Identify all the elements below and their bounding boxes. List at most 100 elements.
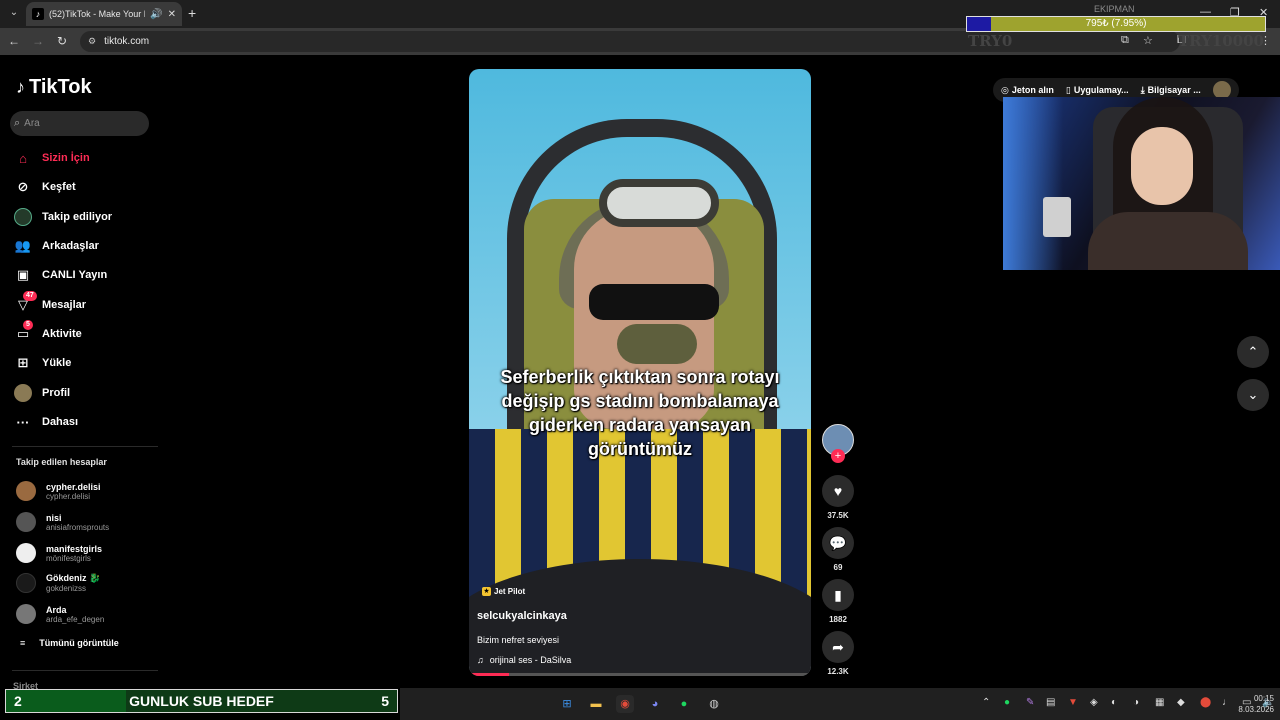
activity-badge: 5: [23, 320, 33, 330]
sidebar-item-messages[interactable]: ▽ 47 Mesajlar: [14, 291, 86, 315]
video-music[interactable]: ♫ orijinal ses - DaSilva: [477, 655, 571, 665]
close-tab-icon[interactable]: ✕: [168, 9, 176, 20]
pilot-mask: [617, 324, 697, 364]
chevron-up-icon: ⌃: [1247, 344, 1259, 359]
video-author[interactable]: selcukyalcinkaya: [477, 610, 567, 622]
account-name: nisi: [46, 512, 62, 523]
goal-amount: 795₺ (7.95%): [1085, 18, 1147, 29]
goal-progress-bar: 795₺ (7.95%): [966, 16, 1266, 32]
tray-shield-icon[interactable]: ▼: [1068, 697, 1078, 708]
following-account[interactable]: Arda arda_efe_degen: [16, 601, 104, 627]
tray-app-icon[interactable]: ▤: [1046, 697, 1055, 708]
tray-overflow-icon[interactable]: ⌃: [982, 697, 990, 708]
tray-app3-icon[interactable]: ◐: [1111, 697, 1117, 708]
chrome-icon[interactable]: ◉: [616, 695, 634, 713]
sidebar-item-more[interactable]: ··· Dahası: [14, 412, 79, 432]
sidebar-item-explore[interactable]: ⊘ Keşfet: [14, 177, 76, 197]
taskbar-clock[interactable]: 00:15 8.03.2026: [1228, 693, 1274, 715]
previous-video-button[interactable]: ⌃: [1237, 336, 1269, 368]
video-progress[interactable]: [469, 673, 811, 676]
speaker-icon[interactable]: 🔊: [150, 9, 162, 20]
start-icon[interactable]: ⊞: [558, 695, 576, 713]
tiktok-note-icon: ♪: [16, 77, 25, 97]
search-placeholder: Ara: [24, 118, 40, 129]
tray-app4-icon[interactable]: ◑: [1133, 697, 1139, 708]
tab-search-chevron-icon[interactable]: ⌄: [6, 5, 22, 21]
follow-plus-icon[interactable]: +: [831, 449, 845, 463]
goal-title: EKIPMAN: [1094, 4, 1135, 14]
avatar: [16, 512, 36, 532]
back-arrow-icon[interactable]: ←: [6, 34, 22, 48]
effect-tag[interactable]: ★ Jet Pilot: [482, 587, 525, 596]
sidebar-divider: [12, 670, 158, 671]
desktop-app-button[interactable]: ⤓ Bilgisayar ...: [1141, 85, 1201, 96]
following-account[interactable]: manifestgirls mönifestgirls: [16, 540, 102, 566]
comment-icon: 💬: [829, 534, 847, 551]
following-account[interactable]: cypher.delisi cypher.delisi: [16, 478, 101, 504]
following-account[interactable]: Gökdeniz 🐉 gokdenizss: [16, 570, 100, 596]
see-all-following-button[interactable]: ≡ Tümünü görüntüle: [20, 638, 119, 648]
live-icon: ▣: [16, 267, 30, 282]
spotify-icon[interactable]: ●: [675, 695, 693, 713]
sidebar-item-label: Keşfet: [42, 181, 76, 193]
tray-pen-icon[interactable]: ✎: [1026, 697, 1034, 708]
reload-icon[interactable]: ↻: [54, 34, 70, 48]
webcam-body: [1088, 212, 1248, 270]
tray-nvidia-icon[interactable]: ▦: [1155, 697, 1164, 708]
sidebar-item-for-you[interactable]: ⌂ Sizin İçin: [14, 148, 90, 168]
share-icon: ➦: [832, 638, 844, 655]
forward-arrow-icon[interactable]: →: [30, 34, 46, 48]
account-name: cypher.delisi: [46, 481, 101, 492]
desktop-app-label: Bilgisayar ...: [1147, 84, 1201, 95]
comment-button[interactable]: 💬: [822, 527, 854, 559]
sidebar-item-activity[interactable]: ▭ 5 Aktivite: [14, 320, 82, 344]
avatar: [16, 543, 36, 563]
music-label: orijinal ses - DaSilva: [489, 655, 572, 665]
video-progress-fill: [469, 673, 509, 676]
tab-title: (52)TikTok - Make Your Day: [49, 9, 145, 19]
tray-app5-icon[interactable]: ◆: [1177, 697, 1185, 708]
pilot-sunglasses: [589, 284, 719, 320]
sidebar-item-following[interactable]: Takip ediliyor: [14, 207, 112, 227]
list-icon: ≡: [20, 638, 26, 648]
search-input[interactable]: ⌕ Ara: [10, 111, 149, 136]
save-button[interactable]: ▮: [822, 579, 854, 611]
discord-icon[interactable]: ◕: [646, 695, 664, 713]
clock-date: 8.03.2026: [1238, 705, 1274, 714]
phone-icon: ▯: [1065, 84, 1071, 95]
like-button[interactable]: ♥: [822, 475, 854, 507]
effect-icon: ★: [482, 587, 491, 596]
sidebar-item-label: Takip ediliyor: [42, 211, 113, 223]
account-username: anisiafromsprouts: [46, 522, 110, 532]
new-tab-button[interactable]: +: [188, 5, 202, 21]
next-video-button[interactable]: ⌄: [1237, 379, 1269, 411]
following-account[interactable]: nisi anisiafromsprouts: [16, 509, 109, 535]
sidebar-item-label: Dahası: [42, 416, 79, 428]
site-info-icon[interactable]: ⚙: [88, 36, 96, 47]
sub-goal-label: GUNLUK SUB HEDEF: [129, 693, 274, 709]
sidebar-item-label: Arkadaşlar: [42, 240, 99, 252]
tray-spotify-icon[interactable]: ●: [1004, 697, 1010, 708]
account-username: arda_efe_degen: [46, 614, 105, 624]
video-player[interactable]: Seferberlik çıktıktan sonra rotayı değiş…: [469, 69, 811, 676]
save-count: 1882: [829, 615, 847, 624]
url-text: tiktok.com: [104, 36, 150, 47]
sidebar-item-live[interactable]: ▣ CANLI Yayın: [14, 265, 107, 285]
sidebar-item-upload[interactable]: ⊞ Yükle: [14, 353, 72, 373]
like-count: 37.5K: [827, 511, 849, 520]
obs-icon[interactable]: ◍: [705, 695, 723, 713]
inbox-icon: ▽ 47: [14, 291, 37, 314]
sidebar-item-profile[interactable]: Profil: [14, 383, 70, 403]
tiktok-logo[interactable]: ♪ TikTok: [16, 76, 92, 99]
get-coins-button[interactable]: ◎ Jeton alın: [1001, 85, 1054, 96]
browser-tab[interactable]: ♪ (52)TikTok - Make Your Day 🔊 ✕: [26, 2, 182, 26]
download-icon: ⤓: [1140, 84, 1145, 95]
sidebar-item-label: Aktivite: [42, 328, 82, 340]
share-button[interactable]: ➦: [822, 631, 854, 663]
file-explorer-icon[interactable]: ▬: [587, 695, 605, 713]
get-app-button[interactable]: ▯ Uygulamay...: [1066, 85, 1129, 96]
tray-record-icon[interactable]: ⬤: [1200, 697, 1211, 708]
tray-app2-icon[interactable]: ◈: [1090, 697, 1098, 708]
friends-icon: 👥: [14, 238, 32, 253]
sidebar-item-friends[interactable]: 👥 Arkadaşlar: [14, 236, 99, 256]
